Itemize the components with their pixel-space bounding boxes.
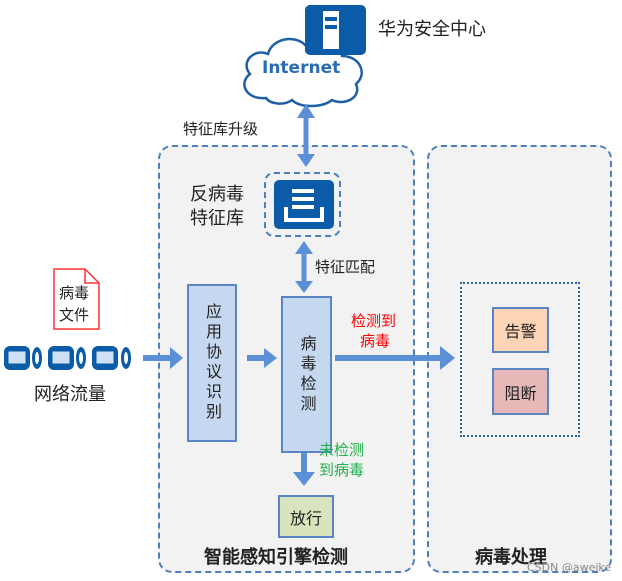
protocol-recognition-box: 应用协议识别 — [187, 284, 237, 442]
virus-file-icon: 病毒 文件 — [53, 268, 100, 330]
watermark: CSDN @aweike — [527, 561, 612, 574]
upgrade-label: 特征库升级 — [183, 120, 259, 138]
alert-box: 告警 — [492, 307, 549, 353]
match-label: 特征匹配 — [315, 258, 376, 276]
traffic-arrow — [143, 347, 183, 369]
allow-box: 放行 — [278, 495, 334, 538]
block-box: 阻断 — [492, 368, 549, 415]
not-detected-label-2: 到病毒 — [319, 461, 365, 479]
detected-label-2: 病毒 — [360, 332, 391, 350]
signature-db-label-1: 反病毒 — [190, 184, 244, 205]
file-label-2: 文件 — [59, 306, 90, 324]
file-label-1: 病毒 — [59, 284, 90, 302]
traffic-label: 网络流量 — [34, 384, 106, 405]
upgrade-double-arrow — [297, 104, 315, 167]
diagram: Internet 华为安全中心 特征库升级 反病毒 特征库 特征匹配 病毒 文件… — [0, 0, 622, 581]
detected-arrow — [335, 346, 455, 370]
signature-db-label-2: 特征库 — [190, 208, 244, 229]
virus-detection-box: 病毒检测 — [281, 296, 332, 453]
engine-title: 智能感知引擎检测 — [204, 547, 348, 568]
traffic-packets-icon — [4, 346, 131, 370]
database-icon — [274, 180, 334, 229]
protocol-to-detect-arrow — [247, 348, 277, 368]
detected-label-1: 检测到 — [351, 312, 397, 330]
not-detected-label-1: 未检测 — [319, 441, 365, 459]
match-double-arrow — [295, 241, 313, 293]
